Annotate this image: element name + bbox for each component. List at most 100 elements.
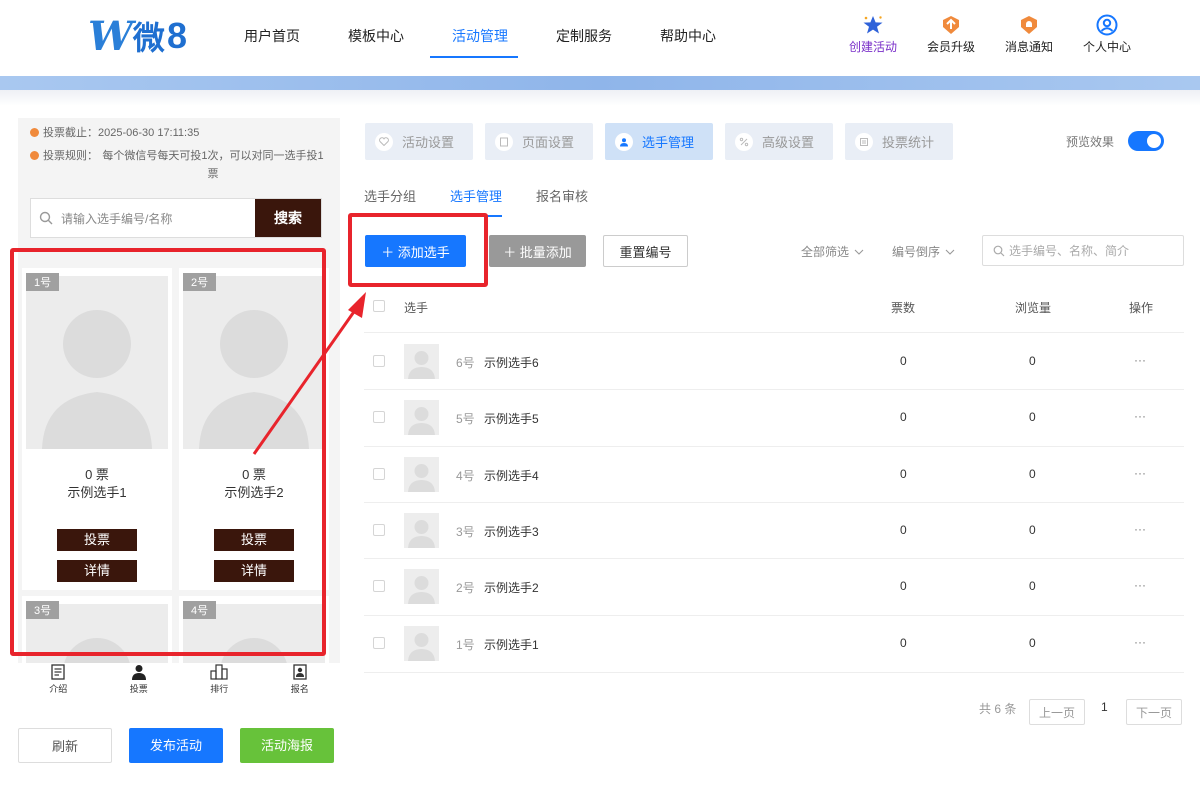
tab-label: 投票统计 xyxy=(882,135,935,150)
player-search-field[interactable]: 选手编号、名称、简介 xyxy=(982,235,1184,266)
notifications-button[interactable]: 消息通知 xyxy=(1000,14,1058,55)
tab-ranking[interactable]: 排行 xyxy=(179,662,260,702)
member-upgrade-button[interactable]: 会员升级 xyxy=(922,14,980,55)
table-row[interactable]: 4号 示例选手4 0 0 ··· xyxy=(364,447,1184,503)
logo[interactable]: W 微 8 xyxy=(88,13,187,60)
tab-label: 页面设置 xyxy=(522,135,575,150)
tab-vote-stats[interactable]: 投票统计 xyxy=(845,123,953,160)
select-all-checkbox[interactable] xyxy=(373,300,385,312)
next-page-button[interactable]: 下一页 xyxy=(1126,699,1182,725)
current-page[interactable]: 1 xyxy=(1101,700,1108,714)
vote-info: 投票截止： 2025-06-30 17:11:35 投票规则： 每个微信号每天可… xyxy=(18,118,340,183)
nav-custom-service[interactable]: 定制服务 xyxy=(532,0,636,72)
tab-activity-settings[interactable]: 活动设置 xyxy=(365,123,473,160)
logo-eight: 8 xyxy=(166,15,187,56)
more-actions-icon[interactable]: ··· xyxy=(1134,409,1146,423)
row-checkbox[interactable] xyxy=(373,637,385,649)
view-count: 0 xyxy=(1029,523,1036,537)
tab-advanced-settings[interactable]: 高级设置 xyxy=(725,123,833,160)
row-checkbox[interactable] xyxy=(373,468,385,480)
player-avatar xyxy=(404,400,439,435)
tab-intro[interactable]: 介绍 xyxy=(18,662,99,702)
table-header: 选手 票数 浏览量 操作 xyxy=(364,280,1184,333)
rule-label: 投票规则： xyxy=(43,150,98,162)
player-name: 示例选手2 xyxy=(484,581,539,595)
row-checkbox[interactable] xyxy=(373,355,385,367)
percent-icon xyxy=(735,132,753,151)
batch-add-button[interactable]: ＋ 批量添加 xyxy=(489,235,586,267)
player-name: 示例选手3 xyxy=(484,525,539,539)
filter-label: 全部筛选 xyxy=(801,245,850,259)
tab-vote-label: 投票 xyxy=(129,684,148,694)
publish-button[interactable]: 发布活动 xyxy=(129,728,223,763)
tab-player-management[interactable]: 选手管理 xyxy=(605,123,713,160)
filter-dropdown[interactable]: 全部筛选 xyxy=(801,243,864,260)
profile-button[interactable]: 个人中心 xyxy=(1078,14,1136,55)
vote-count: 0 xyxy=(900,523,907,537)
table-row[interactable]: 5号 示例选手5 0 0 ··· xyxy=(364,390,1184,447)
notifications-label: 消息通知 xyxy=(1004,40,1053,54)
profile-icon xyxy=(1078,14,1136,36)
more-actions-icon[interactable]: ··· xyxy=(1134,578,1146,592)
player-number: 2号 xyxy=(456,581,475,595)
player-number-tag: 3号 xyxy=(26,601,60,619)
user-icon xyxy=(615,132,633,151)
poster-button[interactable]: 活动海报 xyxy=(240,728,334,763)
row-checkbox[interactable] xyxy=(373,524,385,536)
player-number-tag: 2号 xyxy=(183,273,217,291)
table-row[interactable]: 2号 示例选手2 0 0 ··· xyxy=(364,559,1184,616)
tab-signup[interactable]: 报名 xyxy=(260,662,341,702)
row-checkbox[interactable] xyxy=(373,411,385,423)
upgrade-icon xyxy=(922,14,980,36)
nav-home[interactable]: 用户首页 xyxy=(220,0,324,72)
vote-count: 0 xyxy=(900,410,907,424)
col-player: 选手 xyxy=(404,301,429,315)
rule-value: 每个微信号每天可投1次，可以对同一选手投1票 xyxy=(102,150,324,180)
preview-toggle[interactable] xyxy=(1128,131,1165,151)
player-number: 1号 xyxy=(456,638,475,652)
table-row[interactable]: 6号 示例选手6 0 0 ··· xyxy=(364,334,1184,390)
main-nav: 用户首页 模板中心 活动管理 定制服务 帮助中心 xyxy=(220,0,740,72)
sort-dropdown[interactable]: 编号倒序 xyxy=(892,243,955,260)
vote-count: 0 xyxy=(900,636,907,650)
row-checkbox[interactable] xyxy=(373,580,385,592)
nav-templates[interactable]: 模板中心 xyxy=(324,0,428,72)
vote-count: 0 xyxy=(900,354,907,368)
more-actions-icon[interactable]: ··· xyxy=(1134,466,1146,480)
search-button[interactable]: 搜索 xyxy=(255,199,321,237)
nav-help[interactable]: 帮助中心 xyxy=(636,0,740,72)
stats-icon xyxy=(855,132,873,151)
highlight-box-add-player xyxy=(348,213,488,287)
subtab-players[interactable]: 选手管理 xyxy=(450,186,503,217)
subtab-registration-review[interactable]: 报名审核 xyxy=(536,186,588,205)
user-actions: 创建活动 会员升级 消息通知 个人中心 xyxy=(844,14,1136,55)
bullet-icon xyxy=(30,151,39,160)
subtab-groups[interactable]: 选手分组 xyxy=(364,186,416,205)
more-actions-icon[interactable]: ··· xyxy=(1134,353,1146,367)
more-actions-icon[interactable]: ··· xyxy=(1134,522,1146,536)
tab-vote[interactable]: 投票 xyxy=(99,662,180,702)
create-activity-button[interactable]: 创建活动 xyxy=(844,14,902,55)
more-actions-icon[interactable]: ··· xyxy=(1134,635,1146,649)
renumber-button[interactable]: 重置编号 xyxy=(603,235,688,267)
player-search-input[interactable]: 请输入选手编号/名称 xyxy=(31,199,255,237)
view-count: 0 xyxy=(1029,467,1036,481)
col-views: 浏览量 xyxy=(1015,301,1052,315)
player-name: 示例选手1 xyxy=(484,638,539,652)
tab-page-settings[interactable]: 页面设置 xyxy=(485,123,593,160)
vote-count: 0 xyxy=(900,467,907,481)
profile-label: 个人中心 xyxy=(1082,40,1131,54)
preview-toggle-group: 预览效果 xyxy=(1066,131,1165,151)
table-row[interactable]: 3号 示例选手3 0 0 ··· xyxy=(364,503,1184,559)
table-row[interactable]: 1号 示例选手1 0 0 ··· xyxy=(364,616,1184,673)
player-search: 请输入选手编号/名称 搜索 xyxy=(30,198,322,238)
tab-intro-label: 介绍 xyxy=(49,684,68,694)
search-icon xyxy=(39,211,53,225)
bell-icon xyxy=(1000,14,1058,36)
annotation-arrow-icon xyxy=(252,292,366,455)
nav-activity-management[interactable]: 活动管理 xyxy=(428,0,532,72)
refresh-button[interactable]: 刷新 xyxy=(18,728,112,763)
player-name: 示例选手4 xyxy=(484,469,539,483)
prev-page-button[interactable]: 上一页 xyxy=(1029,699,1085,725)
player-number: 4号 xyxy=(456,469,475,483)
